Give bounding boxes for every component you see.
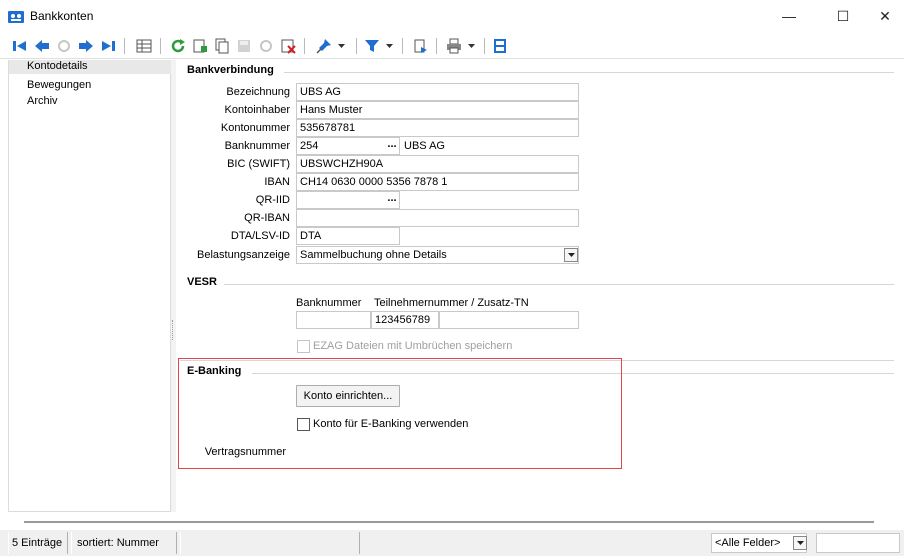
undo-changes-button[interactable] — [256, 36, 276, 56]
splitter[interactable] — [171, 60, 176, 512]
dta-field[interactable]: DTA — [296, 227, 400, 245]
refresh-icon — [171, 39, 185, 53]
vesr-zusatz-field[interactable] — [439, 311, 579, 329]
maximize-button[interactable]: ☐ — [820, 0, 866, 32]
pin-button[interactable] — [314, 36, 334, 56]
banknummer-lookup-button[interactable]: ... — [384, 137, 400, 155]
first-icon — [13, 41, 26, 51]
chevron-down-icon — [385, 44, 393, 48]
minimize-button[interactable]: — — [766, 0, 812, 32]
new-icon — [193, 39, 207, 53]
window-title: Bankkonten — [30, 9, 94, 23]
bezeichnung-field[interactable]: UBS AG — [296, 83, 579, 101]
label-kontonummer: Kontonummer — [220, 122, 290, 134]
belastungsanzeige-select[interactable]: Sammelbuchung ohne Details — [296, 246, 579, 264]
kontoinhaber-field[interactable]: Hans Muster — [296, 101, 579, 119]
document-icon — [414, 39, 427, 53]
ezag-checkbox[interactable] — [297, 340, 310, 353]
undo-changes-icon — [260, 40, 272, 52]
pin-icon — [316, 39, 331, 54]
splitter-grip[interactable] — [172, 320, 174, 340]
kontonummer-field[interactable]: 535678781 — [296, 119, 579, 137]
chevron-down-icon — [796, 541, 804, 545]
table-view-button[interactable] — [134, 36, 154, 56]
delete-icon — [281, 39, 296, 54]
highlight-box — [178, 358, 622, 469]
close-button[interactable]: ✕ — [866, 0, 904, 32]
label-belastungsanzeige: Belastungsanzeige — [197, 249, 290, 261]
filter-dropdown[interactable] — [384, 36, 394, 56]
save-icon — [238, 40, 250, 52]
bank-name-display: UBS AG — [400, 137, 579, 155]
print-button[interactable] — [444, 36, 464, 56]
minimize-icon: — — [782, 8, 796, 24]
label-qr-iid: QR-IID — [255, 194, 290, 206]
document-button[interactable] — [410, 36, 430, 56]
layout-icon — [494, 39, 506, 53]
pin-dropdown[interactable] — [336, 36, 346, 56]
chevron-down-icon — [567, 253, 575, 257]
belastungsanzeige-dropdown[interactable] — [564, 248, 578, 262]
bank-icon — [8, 11, 24, 23]
vesr-teilnehmer-field[interactable]: 123456789 — [371, 311, 439, 329]
arrow-right-icon — [79, 40, 93, 52]
search-input[interactable] — [816, 533, 900, 553]
field-filter-dropdown[interactable] — [793, 536, 807, 550]
label-qr-iban: QR-IBAN — [244, 212, 290, 224]
qr-iban-field[interactable] — [296, 209, 579, 227]
table-icon — [136, 39, 152, 53]
label-kontoinhaber: Kontoinhaber — [224, 104, 290, 116]
title-bar: Bankkonten — ☐ ✕ — [0, 0, 904, 32]
section-title-bankverbindung: Bankverbindung — [187, 64, 274, 76]
next-record-button[interactable] — [76, 36, 96, 56]
nav-item-bewegungen[interactable]: Bewegungen — [27, 79, 91, 92]
label-dta: DTA/LSV-ID — [230, 230, 290, 242]
copy-icon — [215, 38, 229, 54]
print-dropdown[interactable] — [466, 36, 476, 56]
nav-item-kontodetails[interactable]: Kontodetails — [27, 60, 88, 73]
label-banknummer: Banknummer — [224, 140, 290, 152]
label-bic: BIC (SWIFT) — [227, 158, 290, 170]
vesr-banknummer-field[interactable] — [296, 311, 371, 329]
label-bezeichnung: Bezeichnung — [226, 86, 290, 98]
refresh-button[interactable] — [168, 36, 188, 56]
undo-button[interactable] — [54, 36, 74, 56]
filter-button[interactable] — [362, 36, 382, 56]
ezag-label: EZAG Dateien mit Umbrüchen speichern — [313, 340, 513, 352]
last-icon — [102, 41, 115, 51]
horizontal-scrollbar[interactable] — [24, 521, 874, 523]
arrow-left-icon — [35, 40, 49, 52]
divider — [224, 284, 894, 285]
maximize-icon: ☐ — [836, 7, 850, 24]
layout-button[interactable] — [490, 36, 510, 56]
first-record-button[interactable] — [10, 36, 30, 56]
vesr-teilnehmer-header: Teilnehmernummer / Zusatz-TN — [374, 297, 529, 309]
vesr-banknummer-header: Banknummer — [296, 297, 362, 309]
divider — [284, 72, 894, 73]
filter-icon — [365, 40, 379, 52]
delete-record-button[interactable] — [278, 36, 298, 56]
section-title-vesr: VESR — [187, 276, 217, 288]
copy-record-button[interactable] — [212, 36, 232, 56]
qr-iid-lookup-button[interactable]: ... — [384, 191, 400, 209]
status-panel — [180, 532, 360, 554]
bic-field[interactable]: UBSWCHZH90A — [296, 155, 579, 173]
printer-icon — [447, 38, 461, 54]
previous-record-button[interactable] — [32, 36, 52, 56]
toolbar — [0, 33, 904, 59]
undo-icon — [58, 40, 70, 52]
save-button[interactable] — [234, 36, 254, 56]
iban-field[interactable]: CH14 0630 0000 5356 7878 1 — [296, 173, 579, 191]
record-count: 5 Einträge — [8, 532, 68, 554]
new-record-button[interactable] — [190, 36, 210, 56]
sort-status: sortiert: Nummer — [71, 532, 177, 554]
chevron-down-icon — [467, 44, 475, 48]
status-bar: 5 Einträge sortiert: Nummer <Alle Felder… — [0, 530, 904, 556]
close-icon: ✕ — [879, 7, 891, 24]
last-record-button[interactable] — [98, 36, 118, 56]
nav-item-archiv[interactable]: Archiv — [27, 95, 58, 108]
chevron-down-icon — [337, 44, 345, 48]
navigation-panel — [8, 60, 171, 512]
label-iban: IBAN — [264, 176, 290, 188]
